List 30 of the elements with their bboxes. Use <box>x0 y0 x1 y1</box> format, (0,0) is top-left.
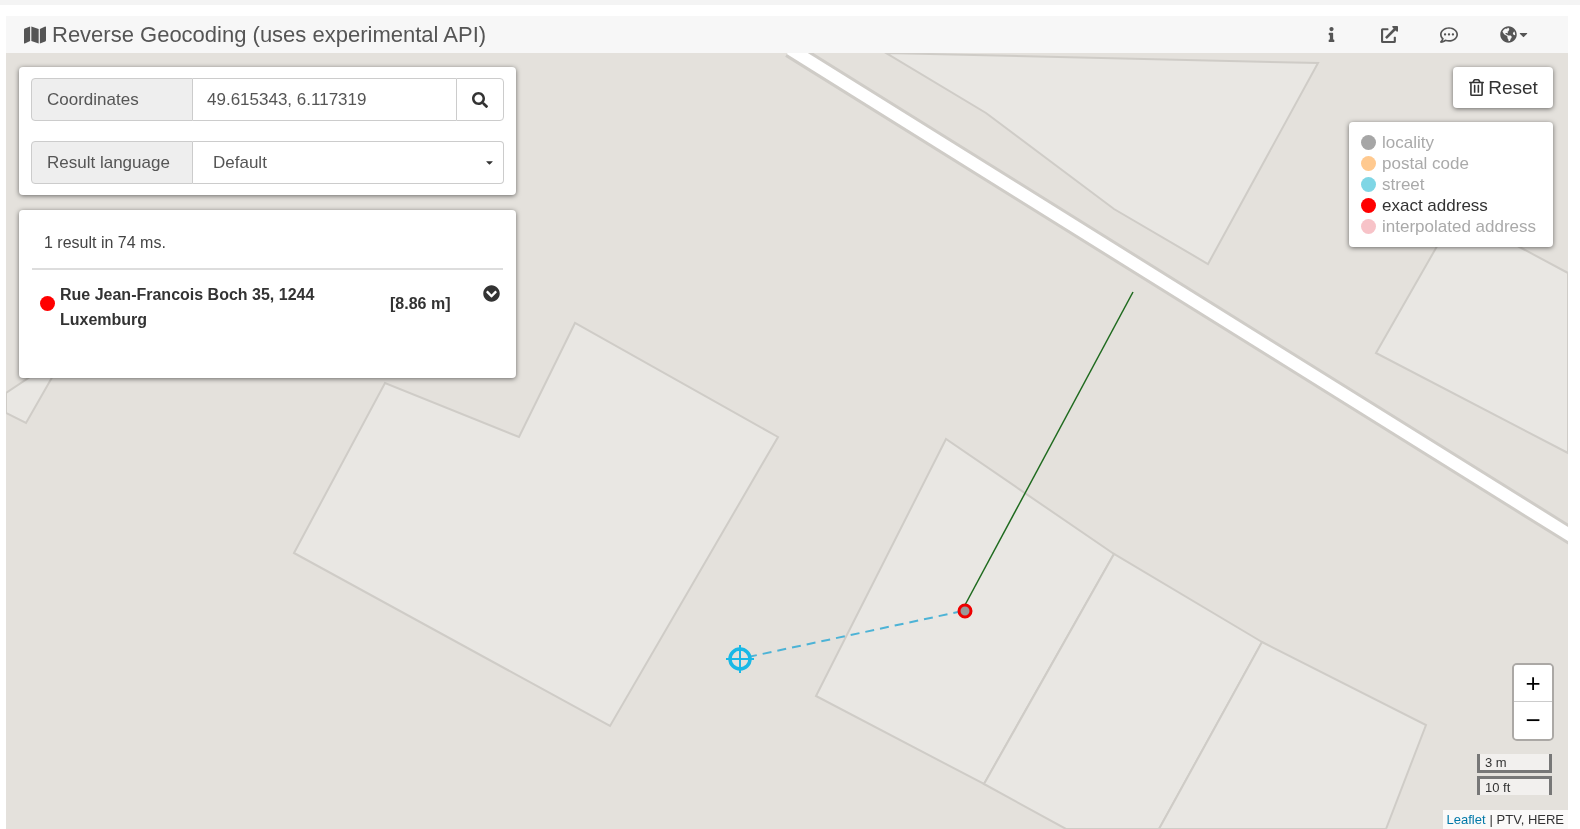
language-select[interactable]: Default <box>193 141 504 184</box>
leaflet-link[interactable]: Leaflet <box>1446 812 1486 827</box>
crosshair-marker[interactable] <box>725 644 755 674</box>
coordinates-field[interactable]: 49.615343, 6.117319 <box>193 78 456 121</box>
legend-label: locality <box>1382 132 1434 153</box>
globe-icon <box>1500 26 1517 43</box>
address-marker[interactable] <box>957 603 973 619</box>
legend-label: street <box>1382 174 1425 195</box>
result-distance: [8.86 m] <box>390 295 451 313</box>
external-link-icon <box>1381 26 1398 43</box>
trash-icon <box>1468 79 1486 96</box>
page-title: Reverse Geocoding (uses experimental API) <box>52 21 488 48</box>
legend-label: postal code <box>1382 153 1469 174</box>
result-summary: 1 result in 74 ms. <box>43 233 167 253</box>
coordinates-label: Coordinates <box>31 78 193 121</box>
expand-toggle[interactable] <box>483 285 500 302</box>
legend-label: exact address <box>1382 195 1488 216</box>
zoom-out-button[interactable]: − <box>1514 702 1552 739</box>
map-icon <box>24 23 46 46</box>
scale-bar: 10 ft <box>1477 776 1552 795</box>
search-icon <box>472 91 488 108</box>
search-button[interactable] <box>456 78 504 121</box>
result-address[interactable]: Rue Jean-Francois Boch 35, 1244 Luxemburg <box>60 282 380 332</box>
comment-icon <box>1440 25 1458 44</box>
attribution-text: | PTV, HERE <box>1489 812 1564 827</box>
zoom-in-button[interactable]: + <box>1514 665 1552 702</box>
scale-bar: 3 m <box>1477 754 1552 773</box>
language-label: Result language <box>31 141 193 184</box>
reset-button[interactable]: Reset <box>1453 67 1553 108</box>
legend-label: interpolated address <box>1382 216 1537 237</box>
